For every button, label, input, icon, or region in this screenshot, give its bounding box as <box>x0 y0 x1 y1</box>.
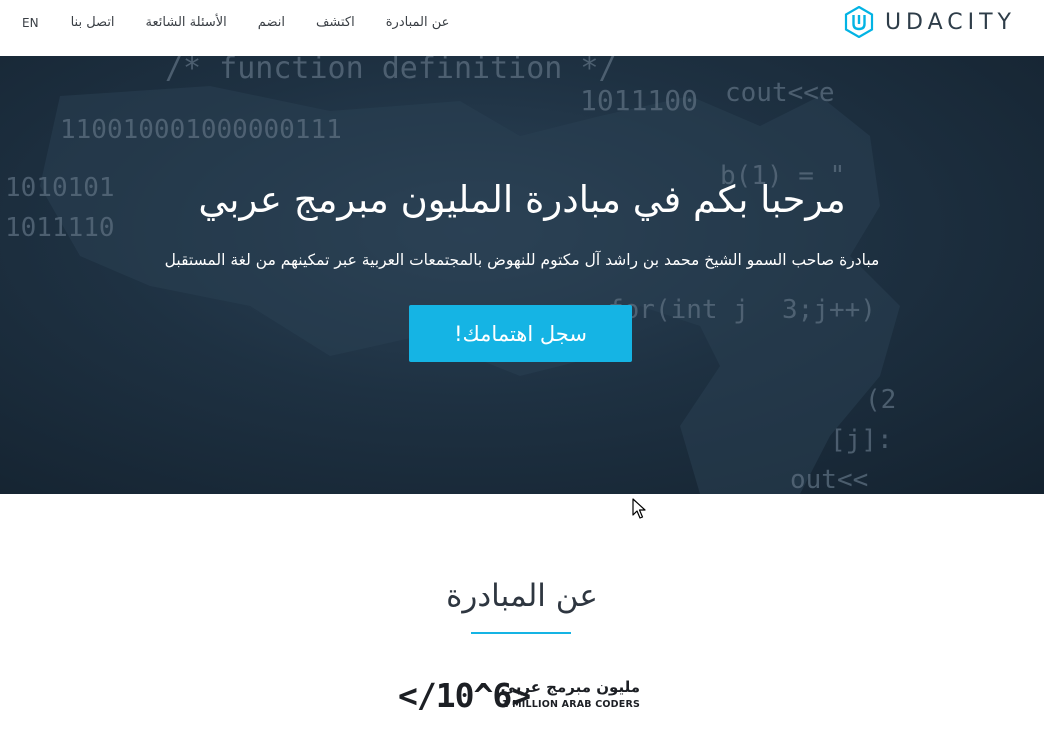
hero-banner: /* function definition */ 1011100 cout<<… <box>0 56 1044 494</box>
udacity-logo-icon <box>844 6 874 38</box>
bg-code-text: 1011100 <box>580 84 698 117</box>
brand-arabic-text: مليون مبرمج عربي <box>500 678 640 696</box>
brand-english-text: 1 MILLION ARAB CODERS <box>501 699 640 710</box>
one-million-arab-coders-logo: </10^6> مليون مبرمج عربي 1 MILLION ARAB … <box>398 676 648 716</box>
logo-wordmark: UDACITY <box>884 9 1016 35</box>
udacity-logo[interactable]: UDACITY <box>843 6 1016 38</box>
nav-faq[interactable]: الأسئلة الشائعة <box>146 15 227 30</box>
bg-code-text: 3;j++) <box>782 295 876 325</box>
bg-code-text: cout<<e <box>725 78 835 108</box>
nav-join[interactable]: انضم <box>258 15 285 30</box>
nav-explore[interactable]: اكتشف <box>316 15 355 30</box>
main-nav: EN اتصل بنا الأسئلة الشائعة انضم اكتشف ع… <box>22 15 449 30</box>
mouse-pointer-icon <box>632 498 646 519</box>
hero-title: مرحبا بكم في مبادرة المليون مبرمج عربي <box>198 178 846 221</box>
bg-code-text: (2 <box>865 385 896 415</box>
bg-code-text: [j]: <box>830 425 893 455</box>
bg-code-text: /* function definition */ <box>165 56 617 86</box>
hero-subtitle: مبادرة صاحب السمو الشيخ محمد بن راشد آل … <box>164 251 880 269</box>
bg-code-text: 110010001000000111 <box>60 115 342 145</box>
nav-contact[interactable]: اتصل بنا <box>71 15 115 30</box>
nav-about[interactable]: عن المبادرة <box>386 15 450 30</box>
language-toggle-en[interactable]: EN <box>22 16 39 30</box>
title-underline-divider <box>471 632 571 634</box>
bg-code-text: out<< <box>790 465 868 494</box>
register-interest-button[interactable]: سجل اهتمامك! <box>409 305 632 362</box>
hero-background-map: /* function definition */ 1011100 cout<<… <box>5 56 900 494</box>
arab-world-map-shape <box>40 86 900 494</box>
about-section-title: عن المبادرة <box>446 578 598 614</box>
site-header: EN اتصل بنا الأسئلة الشائعة انضم اكتشف ع… <box>0 0 1044 56</box>
